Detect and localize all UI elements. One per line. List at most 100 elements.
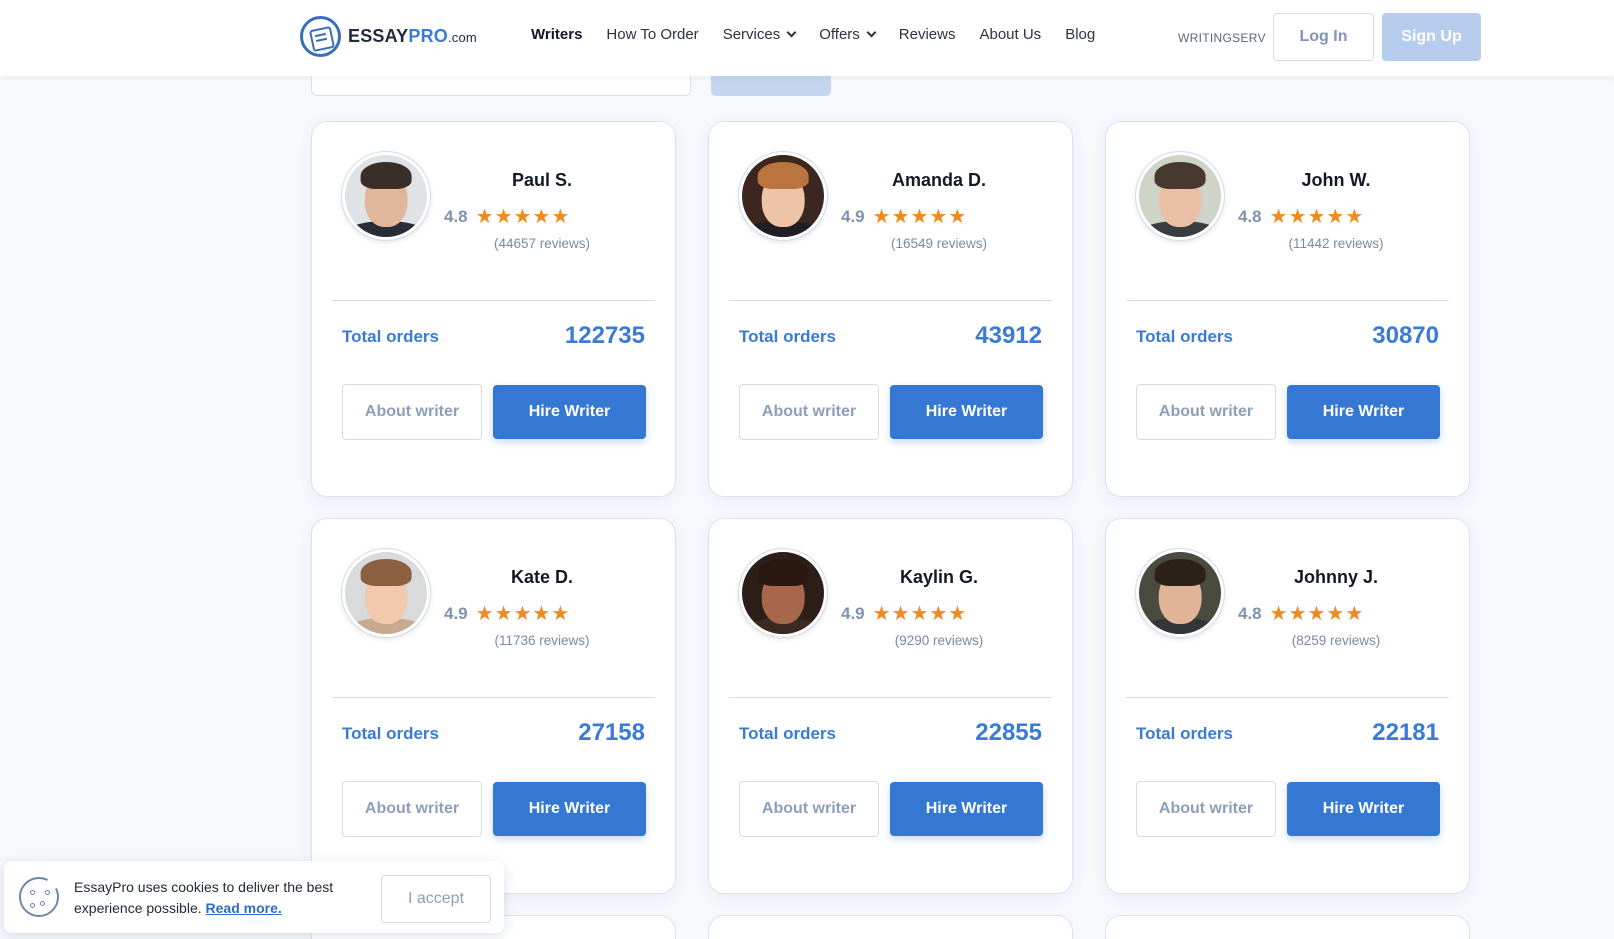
writer-reviews-count: (16549 reviews) — [890, 236, 988, 251]
writer-name[interactable]: Kate D. — [442, 567, 642, 588]
nav-writers[interactable]: Writers — [531, 26, 582, 43]
essaypro-logo[interactable]: ESSAYPRO.com — [300, 16, 477, 57]
writer-name[interactable]: Paul S. — [442, 170, 642, 191]
writer-reviews-count: (8259 reviews) — [1291, 633, 1381, 648]
total-orders-label: Total orders — [739, 724, 836, 743]
total-orders-label: Total orders — [1136, 327, 1233, 346]
writer-rating: 4.9 — [841, 206, 865, 226]
nav-how-to-order[interactable]: How To Order — [606, 26, 698, 43]
logo-text-essay: ESSAY — [348, 26, 409, 46]
logo-text-com: .com — [447, 30, 477, 45]
about-writer-button[interactable]: About writer — [739, 781, 879, 837]
writer-card: Kaylin G. 4.9 ★★★★★ (9290 reviews) Total… — [708, 518, 1073, 894]
about-writer-button[interactable]: About writer — [1136, 781, 1276, 837]
nav-services[interactable]: Services — [722, 26, 797, 43]
writer-reviews-count: (9290 reviews) — [894, 633, 984, 648]
writer-avatar[interactable] — [342, 152, 430, 240]
nav-writers-label: Writers — [531, 26, 583, 43]
writer-name[interactable]: Amanda D. — [839, 170, 1039, 191]
avatar-hair — [757, 161, 809, 190]
hire-writer-button[interactable]: Hire Writer — [1287, 782, 1440, 836]
cookie-icon — [19, 876, 60, 917]
writer-card-partial — [1105, 915, 1470, 939]
logo-text: ESSAYPRO.com — [348, 26, 477, 47]
total-orders-value: 22181 — [1372, 719, 1439, 746]
total-orders-label: Total orders — [342, 724, 439, 743]
rating-row: 4.9 ★★★★★ — [841, 601, 967, 626]
nav-blog[interactable]: Blog — [1065, 26, 1095, 43]
cookie-text: EssayPro uses cookies to deliver the bes… — [74, 879, 334, 916]
hire-writer-button[interactable]: Hire Writer — [493, 385, 646, 439]
hire-writer-button[interactable]: Hire Writer — [890, 782, 1043, 836]
writer-avatar[interactable] — [342, 549, 430, 637]
login-button[interactable]: Log In — [1273, 13, 1374, 61]
logo-icon — [300, 16, 341, 57]
avatar-hair — [757, 558, 809, 587]
writer-avatar[interactable] — [739, 152, 827, 240]
cookie-chip — [30, 903, 35, 908]
total-orders-value: 43912 — [975, 322, 1042, 349]
total-orders-value: 22855 — [975, 719, 1042, 746]
chevron-down-icon — [866, 27, 877, 38]
writer-rating: 4.9 — [841, 603, 865, 623]
writer-avatar[interactable] — [1136, 152, 1224, 240]
card-divider — [729, 300, 1052, 301]
writer-card: John W. 4.8 ★★★★★ (11442 reviews) Total … — [1105, 121, 1470, 497]
cookie-read-more-link[interactable]: Read more. — [206, 900, 282, 916]
star-rating-icon: ★★★★★ — [475, 206, 571, 228]
writer-rating: 4.8 — [444, 206, 468, 226]
total-orders-value: 30870 — [1372, 322, 1439, 349]
star-rating-icon: ★★★★★ — [475, 603, 571, 625]
writer-rating: 4.8 — [1238, 603, 1262, 623]
nav-about-us[interactable]: About Us — [979, 26, 1041, 43]
nav-services-label: Services — [722, 26, 781, 43]
total-orders-label: Total orders — [739, 327, 836, 346]
nav-how-to-order-label: How To Order — [606, 26, 699, 43]
writer-name[interactable]: Johnny J. — [1236, 567, 1436, 588]
nav-about-us-label: About Us — [979, 26, 1042, 43]
hire-writer-button[interactable]: Hire Writer — [890, 385, 1043, 439]
about-writer-button[interactable]: About writer — [1136, 384, 1276, 440]
rating-row: 4.8 ★★★★★ — [1238, 204, 1364, 229]
star-rating-icon: ★★★★★ — [1269, 206, 1365, 228]
about-writer-button[interactable]: About writer — [342, 384, 482, 440]
logo-text-pro: PRO — [408, 26, 448, 46]
cookie-chip — [30, 890, 35, 895]
avatar-hair — [1154, 558, 1206, 587]
writer-reviews-count: (11736 reviews) — [494, 633, 590, 648]
nav-blog-label: Blog — [1065, 26, 1096, 43]
cookie-accept-button[interactable]: I accept — [381, 875, 491, 923]
card-divider — [332, 697, 655, 698]
site-header: ESSAYPRO.com Writers How To Order Servic… — [0, 0, 1614, 76]
cookie-chip — [45, 890, 50, 895]
rating-row: 4.8 ★★★★★ — [1238, 601, 1364, 626]
nav-reviews-label: Reviews — [898, 26, 956, 43]
star-rating-icon: ★★★★★ — [872, 603, 968, 625]
nav-offers-label: Offers — [819, 26, 860, 43]
total-orders-value: 27158 — [578, 719, 645, 746]
writer-rating: 4.9 — [444, 603, 468, 623]
about-writer-button[interactable]: About writer — [342, 781, 482, 837]
writer-avatar[interactable] — [739, 549, 827, 637]
hire-writer-button[interactable]: Hire Writer — [493, 782, 646, 836]
nav-offers[interactable]: Offers — [819, 26, 877, 43]
writer-card: Paul S. 4.8 ★★★★★ (44657 reviews) Total … — [311, 121, 676, 497]
writer-avatar[interactable] — [1136, 549, 1224, 637]
card-divider — [1126, 300, 1449, 301]
about-writer-button[interactable]: About writer — [739, 384, 879, 440]
nav-reviews[interactable]: Reviews — [899, 26, 956, 43]
writer-name[interactable]: Kaylin G. — [839, 567, 1039, 588]
avatar-hair — [360, 161, 412, 190]
writer-card: Kate D. 4.9 ★★★★★ (11736 reviews) Total … — [311, 518, 676, 894]
main-nav: Writers How To Order Services Offers Rev… — [531, 26, 1119, 43]
star-rating-icon: ★★★★★ — [872, 206, 968, 228]
chevron-down-icon — [786, 27, 797, 38]
cookie-banner: EssayPro uses cookies to deliver the bes… — [4, 861, 504, 933]
hire-writer-button[interactable]: Hire Writer — [1287, 385, 1440, 439]
writer-name[interactable]: John W. — [1236, 170, 1436, 191]
writer-reviews-count: (11442 reviews) — [1288, 236, 1384, 251]
card-divider — [729, 697, 1052, 698]
signup-button[interactable]: Sign Up — [1382, 13, 1481, 61]
promo-code[interactable]: WRITINGSERV — [1178, 31, 1266, 45]
avatar-hair — [1154, 161, 1206, 190]
